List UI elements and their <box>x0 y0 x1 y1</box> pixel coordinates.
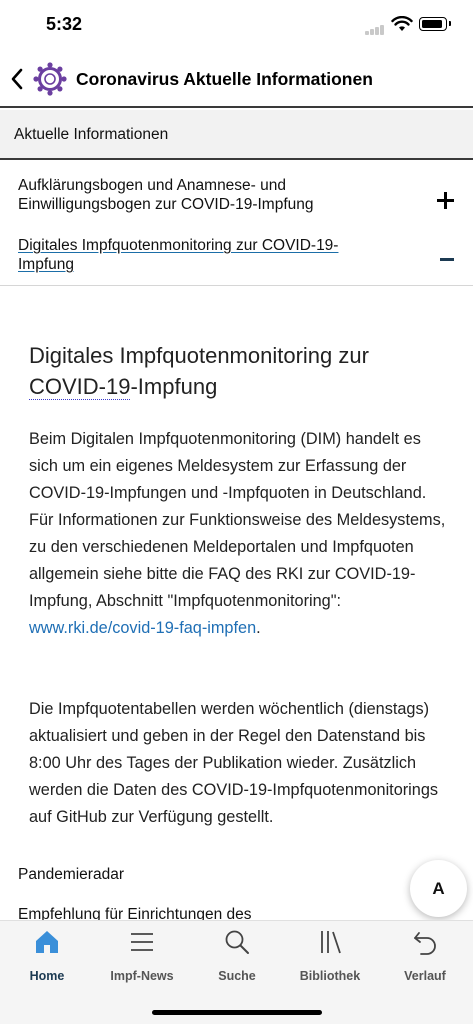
heading-text: Digitales Impfquotenmonitoring zur <box>29 343 369 368</box>
status-time: 5:32 <box>46 14 83 34</box>
tab-impf-news[interactable]: Impf-News <box>102 929 182 985</box>
battery-icon <box>419 17 451 31</box>
page-title: Coronavirus Aktuelle Informationen <box>76 69 373 89</box>
list-item-empfehlung[interactable]: Empfehlung für Einrichtungen des <box>18 906 252 920</box>
heading-text-end: -Impfung <box>130 374 218 399</box>
divider <box>0 285 473 286</box>
section-title: Aktuelle Informationen <box>14 126 169 143</box>
article-heading: Digitales Impfquotenmonitoring zur COVID… <box>29 340 449 402</box>
minus-icon[interactable] <box>440 258 454 261</box>
home-indicator[interactable] <box>152 1010 322 1015</box>
wifi-icon <box>391 16 413 31</box>
tab-bar: Home Impf-News Suche Bibliothek Verlauf <box>0 920 473 1024</box>
tab-label: Impf-News <box>110 969 174 983</box>
cellular-signal-icon <box>365 25 385 35</box>
accordion-item-label: Digitales Impfquotenmonitoring zur COVID… <box>18 237 339 273</box>
plus-icon[interactable] <box>437 192 454 209</box>
accordion-item-impfquotenmonitoring[interactable]: Digitales Impfquotenmonitoring zur COVID… <box>0 236 473 278</box>
search-icon <box>225 930 249 954</box>
tab-history[interactable]: Verlauf <box>385 929 465 985</box>
library-icon <box>321 931 341 954</box>
article-paragraph: Beim Digitalen Impfquotenmonitoring (DIM… <box>29 426 449 642</box>
tab-search[interactable]: Suche <box>197 929 277 985</box>
font-size-button[interactable]: A <box>410 860 467 917</box>
nav-header: Coronavirus Aktuelle Informationen <box>0 54 473 108</box>
coronavirus-logo-icon <box>33 62 67 96</box>
article-paragraph: Die Impfquotentabellen werden wöchentlic… <box>29 700 439 826</box>
section-header: Aktuelle Informationen <box>0 110 473 160</box>
back-button[interactable] <box>6 64 28 94</box>
accordion-item-label: Aufklärungsbogen und Anamnese- und Einwi… <box>18 177 314 213</box>
home-icon <box>36 931 58 953</box>
rki-faq-link[interactable]: www.rki.de/covid-19-faq-impfen <box>29 619 256 637</box>
tab-label: Bibliothek <box>299 969 361 983</box>
chevron-left-icon <box>11 68 23 90</box>
status-bar: 5:32 <box>0 0 473 54</box>
list-item-pandemieradar[interactable]: Pandemieradar <box>18 866 124 884</box>
tab-home[interactable]: Home <box>7 929 87 985</box>
covid-abbreviation[interactable]: COVID-19 <box>29 374 131 400</box>
accordion-item-aufklaerungsbogen[interactable]: Aufklärungsbogen und Anamnese- und Einwi… <box>0 176 473 220</box>
paragraph-end: . <box>256 619 261 637</box>
history-icon <box>414 932 436 955</box>
tab-label: Verlauf <box>404 969 446 983</box>
tab-label: Home <box>29 969 65 983</box>
tab-library[interactable]: Bibliothek <box>290 929 370 985</box>
paragraph-text: Beim Digitalen Impfquotenmonitoring (DIM… <box>29 430 446 610</box>
menu-icon <box>131 933 153 951</box>
tab-label: Suche <box>218 969 256 983</box>
